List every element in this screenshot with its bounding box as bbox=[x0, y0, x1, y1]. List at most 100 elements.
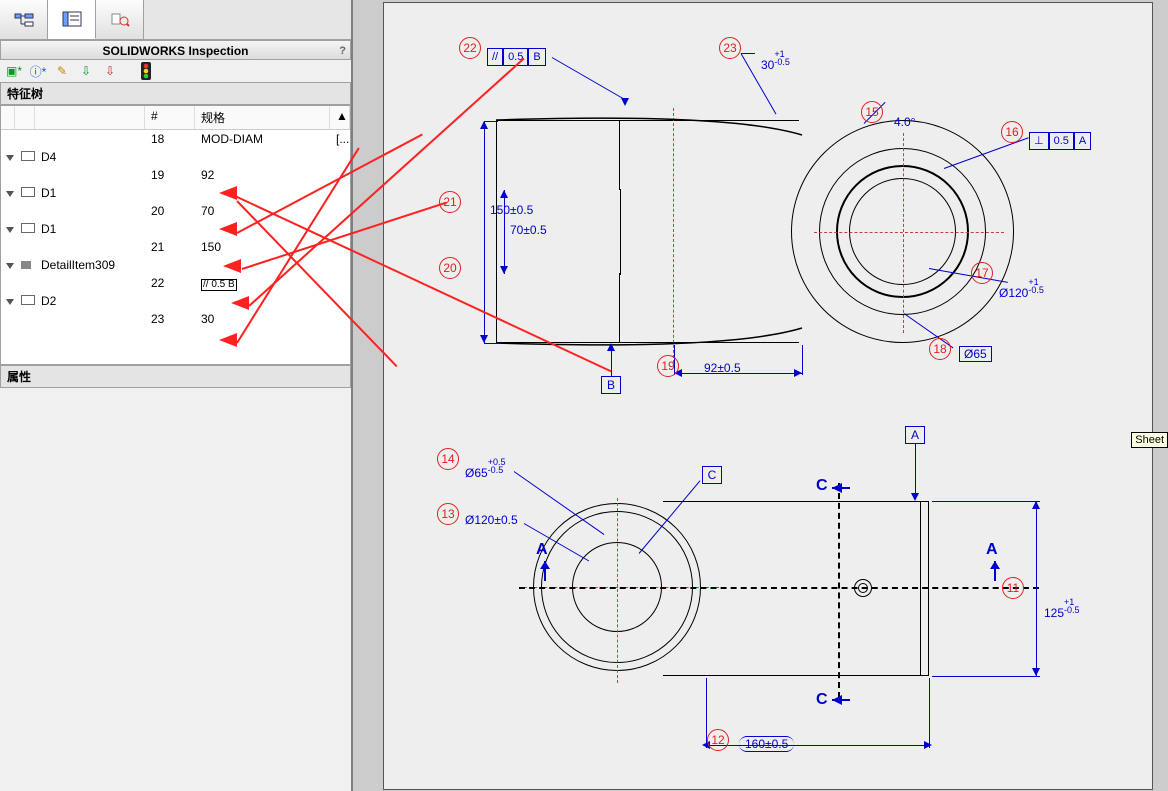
annotation-arrowhead-icon bbox=[219, 333, 237, 347]
header-blank1 bbox=[1, 106, 15, 129]
help-icon[interactable]: ? bbox=[339, 41, 346, 61]
header-num[interactable]: # bbox=[145, 106, 195, 129]
header-blank2 bbox=[15, 106, 35, 129]
toolbar-separator bbox=[124, 62, 132, 80]
dimension-icon bbox=[21, 223, 35, 233]
panel-tab-bar bbox=[0, 0, 351, 40]
balloon-14[interactable]: 14 bbox=[437, 448, 459, 470]
panel-title-bar: SOLIDWORKS Inspection ? bbox=[0, 40, 351, 60]
datum-leader bbox=[915, 444, 916, 499]
arrow-icon bbox=[621, 98, 629, 106]
header-spec[interactable]: 规格 bbox=[195, 106, 330, 129]
expand-icon[interactable] bbox=[6, 191, 14, 197]
balloon-19[interactable]: 19 bbox=[657, 355, 679, 377]
sheet-label[interactable]: Sheet bbox=[1131, 432, 1168, 448]
drawing-sheet: 30+1-0.5 23 4.0° 15 16 ⊥ 0.5 A 22 // 0.5… bbox=[383, 2, 1153, 790]
dim-65tol[interactable]: Ø65+0.5-0.5 bbox=[465, 458, 505, 480]
edit-characteristics-icon[interactable]: ✎ bbox=[52, 62, 72, 80]
arrow-icon bbox=[480, 335, 488, 343]
datum-triangle-icon bbox=[607, 343, 615, 351]
inspection-toolbar: ▣* ⓘ* ✎ ⇩ ⇩ bbox=[0, 60, 351, 82]
datum-b[interactable]: B bbox=[601, 376, 621, 394]
datum-c[interactable]: C bbox=[702, 466, 722, 484]
section-letter-a-left: A bbox=[536, 541, 548, 559]
characteristic-tree[interactable]: # 规格 ▲ 18 MOD-DIAM [... D4 19 bbox=[0, 105, 351, 365]
balloon-17[interactable]: 17 bbox=[971, 262, 993, 284]
ext-line bbox=[932, 501, 1040, 502]
table-row[interactable]: 23 30 bbox=[1, 310, 350, 328]
balloon-16[interactable]: 16 bbox=[1001, 121, 1023, 143]
tree-node[interactable]: D1 bbox=[1, 220, 350, 238]
dim-120tol[interactable]: Ø120+1-0.5 bbox=[999, 278, 1044, 300]
dim-92[interactable]: 92±0.5 bbox=[704, 361, 741, 375]
dimension-icon bbox=[21, 295, 35, 305]
balloon-11[interactable]: 11 bbox=[1002, 577, 1024, 599]
new-template-icon[interactable]: ▣* bbox=[4, 62, 24, 80]
info-icon[interactable]: ⓘ* bbox=[28, 62, 48, 80]
add-characteristic-icon[interactable]: ⇩ bbox=[76, 62, 96, 80]
dim-line bbox=[484, 121, 485, 343]
expand-icon[interactable] bbox=[6, 227, 14, 233]
tab-property-manager[interactable] bbox=[48, 0, 96, 39]
dim-70[interactable]: 70±0.5 bbox=[510, 223, 547, 237]
section-arrow-icon bbox=[536, 561, 556, 592]
tree-header-row: # 规格 ▲ bbox=[1, 106, 350, 130]
dim-125[interactable]: 125+1-0.5 bbox=[1044, 598, 1080, 620]
dim-65[interactable]: Ø65 bbox=[959, 346, 992, 362]
par-symbol: // bbox=[487, 48, 503, 66]
table-row[interactable]: 20 70 bbox=[1, 202, 350, 220]
table-row[interactable]: 18 MOD-DIAM [... bbox=[1, 130, 350, 148]
balloon-15[interactable]: 15 bbox=[861, 101, 883, 123]
balloon-23[interactable]: 23 bbox=[719, 37, 741, 59]
expand-icon[interactable] bbox=[6, 299, 14, 305]
balloon-12[interactable]: 12 bbox=[707, 729, 729, 751]
remove-characteristic-icon[interactable]: ⇩ bbox=[100, 62, 120, 80]
arrow-icon bbox=[1032, 668, 1040, 676]
detail-item-icon bbox=[21, 261, 31, 269]
dim-30[interactable]: 30+1-0.5 bbox=[761, 50, 790, 72]
balloon-18[interactable]: 18 bbox=[929, 338, 951, 360]
tab-inspection[interactable] bbox=[96, 0, 144, 39]
perp-symbol: ⊥ bbox=[1029, 132, 1049, 150]
annotation-arrowhead-icon bbox=[219, 186, 237, 200]
traffic-light-icon[interactable] bbox=[136, 62, 156, 80]
header-blank3 bbox=[35, 106, 145, 129]
annotation-arrowhead-icon bbox=[231, 296, 249, 310]
table-row[interactable]: 22 // 0.5 B bbox=[1, 274, 350, 292]
topview-curves bbox=[492, 113, 1022, 353]
dim-4deg[interactable]: 4.0° bbox=[894, 115, 915, 129]
fcf-perpendicularity[interactable]: ⊥ 0.5 A bbox=[1029, 132, 1091, 150]
balloon-22[interactable]: 22 bbox=[459, 37, 481, 59]
gtol-cell: // 0.5 B bbox=[201, 279, 237, 291]
center-line bbox=[617, 498, 618, 683]
drawing-canvas[interactable]: 30+1-0.5 23 4.0° 15 16 ⊥ 0.5 A 22 // 0.5… bbox=[357, 0, 1168, 791]
properties-section-header: 属性 bbox=[0, 365, 351, 388]
leader-line bbox=[552, 57, 626, 100]
balloon-20[interactable]: 20 bbox=[439, 257, 461, 279]
section-letter-a-right: A bbox=[986, 541, 998, 559]
dimension-icon bbox=[21, 187, 35, 197]
tab-feature-tree[interactable] bbox=[0, 0, 48, 39]
arrow-icon bbox=[500, 190, 508, 198]
tree-node[interactable]: D2 bbox=[1, 292, 350, 310]
panel-title-text: SOLIDWORKS Inspection bbox=[102, 44, 248, 58]
leader-line bbox=[741, 53, 755, 54]
expand-icon[interactable] bbox=[6, 155, 14, 161]
tree-node[interactable]: D4 bbox=[1, 148, 350, 166]
datum-a[interactable]: A bbox=[905, 426, 925, 444]
section-letter-c-top: C bbox=[816, 477, 828, 495]
arrow-icon bbox=[924, 741, 932, 749]
dim-160[interactable]: 160±0.5 bbox=[739, 736, 794, 752]
ext-line bbox=[484, 343, 498, 344]
section-arrow-icon bbox=[832, 481, 858, 500]
expand-icon[interactable] bbox=[6, 263, 14, 269]
ext-line bbox=[929, 678, 930, 748]
dim-120b[interactable]: Ø120±0.5 bbox=[465, 513, 518, 527]
datum-leader bbox=[611, 347, 612, 376]
table-row[interactable]: 19 92 bbox=[1, 166, 350, 184]
dim-150[interactable]: 150±0.5 bbox=[490, 203, 533, 217]
section-arrow-icon bbox=[832, 693, 858, 712]
balloon-13[interactable]: 13 bbox=[437, 503, 459, 525]
arrow-icon bbox=[480, 121, 488, 129]
section-c-line bbox=[838, 483, 840, 698]
